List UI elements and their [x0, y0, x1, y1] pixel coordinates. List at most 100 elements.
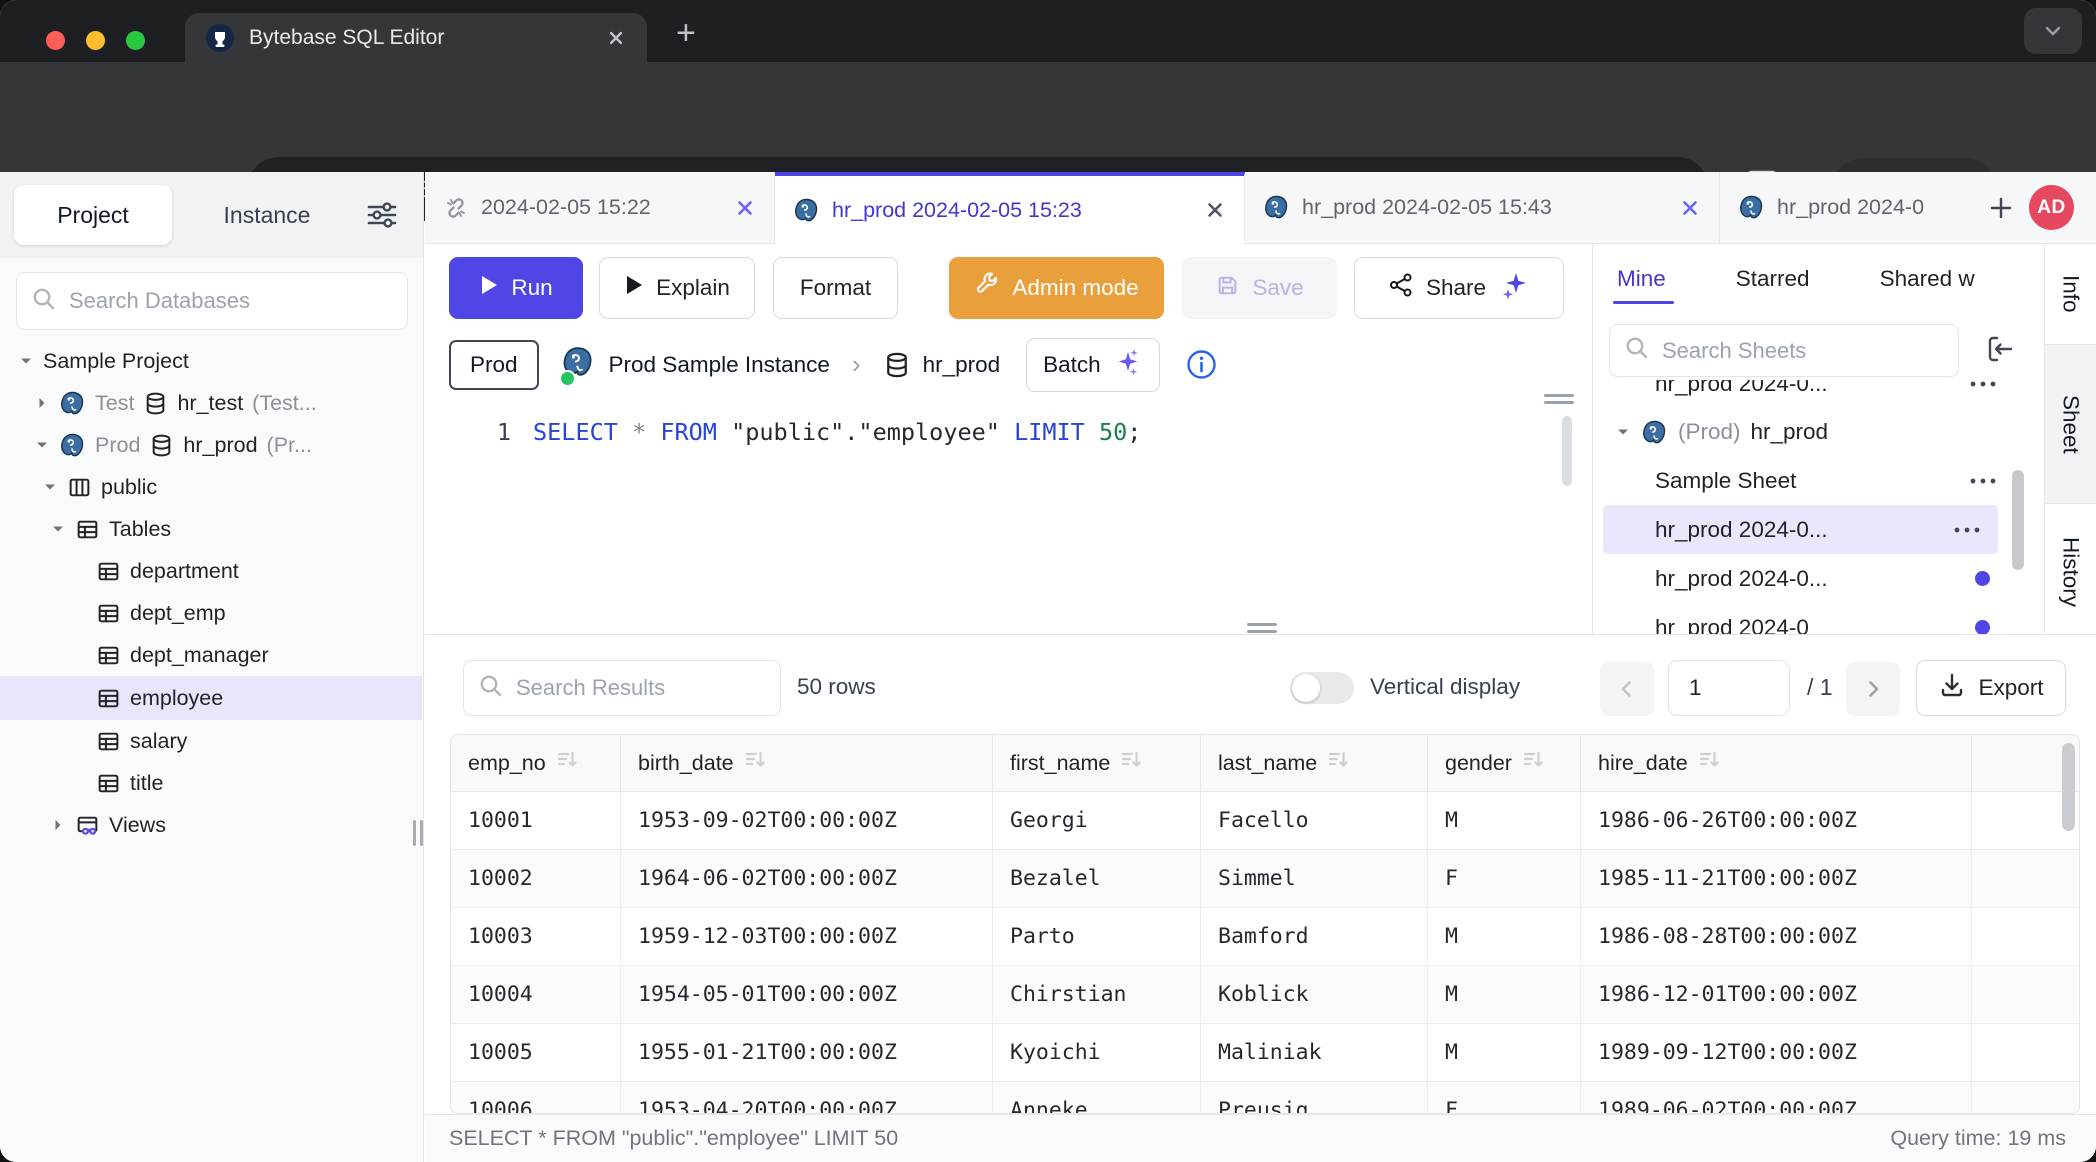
editor-tab-2-active[interactable]: hr_prod 2024-02-05 15:23: [775, 172, 1245, 244]
database-search[interactable]: [16, 272, 408, 330]
tab-starred[interactable]: Starred: [1736, 266, 1810, 292]
tab-sheet[interactable]: Sheet: [2045, 344, 2096, 504]
column-header-last_name[interactable]: last_name: [1201, 735, 1428, 791]
tree-item-sample-project[interactable]: Sample Project: [0, 340, 422, 382]
search-results-input[interactable]: [514, 674, 766, 702]
prev-page-button[interactable]: [1600, 662, 1654, 716]
run-button[interactable]: Run: [449, 257, 583, 319]
table-row[interactable]: 100051955-01-21T00:00:00ZKyoichiMaliniak…: [451, 1024, 2079, 1082]
editor-tab-3[interactable]: hr_prod 2024-02-05 15:43: [1245, 172, 1720, 243]
sheet-item[interactable]: hr_prod 2024-0...: [1593, 380, 2044, 408]
admin-mode-button[interactable]: Admin mode: [949, 257, 1164, 319]
tab-close-icon[interactable]: [605, 27, 627, 49]
database-name[interactable]: hr_prod: [923, 352, 1001, 378]
table-row[interactable]: 100061953-04-20T00:00:00ZAnnekePreusigF1…: [451, 1082, 2079, 1114]
tab-history[interactable]: History: [2045, 504, 2096, 640]
new-tab-button[interactable]: +: [676, 16, 696, 50]
save-button[interactable]: Save: [1182, 257, 1337, 319]
editor-tab-4[interactable]: hr_prod 2024-0: [1720, 172, 1975, 243]
window-close-button[interactable]: [46, 31, 65, 50]
cell-last_name: Bamford: [1201, 908, 1428, 965]
panel-resize-handle[interactable]: [1544, 394, 1574, 404]
format-button[interactable]: Format: [773, 257, 898, 319]
cell-first_name: Georgi: [993, 792, 1201, 849]
window-zoom-button[interactable]: [126, 31, 145, 50]
tree-item-test-hr-test-test[interactable]: Testhr_test(Test...: [0, 382, 422, 424]
column-header-birth_date[interactable]: birth_date: [621, 735, 993, 791]
table-icon: [75, 517, 100, 542]
tab-list-chevron-button[interactable]: [2024, 8, 2082, 54]
connection-info-icon[interactable]: [1186, 349, 1217, 380]
ai-sparkle-icon: [1498, 269, 1530, 307]
editor-tab-1[interactable]: 2024-02-05 15:22: [425, 172, 775, 243]
editor-scrollbar[interactable]: [1562, 416, 1572, 486]
user-avatar[interactable]: AD: [2029, 185, 2074, 230]
table-row[interactable]: 100041954-05-01T00:00:00ZChirstianKoblic…: [451, 966, 2079, 1024]
sheet-search[interactable]: [1609, 324, 1959, 377]
close-tab-icon[interactable]: [1204, 199, 1226, 221]
cell-first_name: Chirstian: [993, 966, 1201, 1023]
page-number-input[interactable]: [1669, 661, 1789, 715]
sheet-item[interactable]: Sample Sheet: [1593, 456, 2044, 505]
share-icon: [1388, 272, 1414, 304]
tree-item-label: (Pr...: [267, 433, 312, 458]
new-sheet-button[interactable]: [1975, 172, 2027, 243]
column-header-gender[interactable]: gender: [1428, 735, 1581, 791]
sql-token: ;: [1127, 418, 1141, 446]
tree-item-views[interactable]: Views: [0, 804, 422, 846]
table-scrollbar[interactable]: [2062, 743, 2075, 831]
tree-item-dept-manager[interactable]: dept_manager: [0, 634, 422, 676]
sheet-item[interactable]: hr_prod 2024-0...: [1593, 554, 2044, 603]
close-tab-icon[interactable]: [734, 197, 756, 219]
tab-shared[interactable]: Shared w: [1880, 266, 1975, 292]
next-page-button[interactable]: [1846, 662, 1900, 716]
db-icon: [149, 433, 174, 458]
explain-button[interactable]: Explain: [599, 257, 755, 319]
tab-instance[interactable]: Instance: [192, 185, 342, 245]
filter-sliders-icon[interactable]: [365, 198, 399, 237]
import-sheet-icon[interactable]: [1983, 332, 2017, 366]
column-header-first_name[interactable]: first_name: [993, 735, 1201, 791]
export-button[interactable]: Export: [1916, 660, 2066, 716]
close-tab-icon[interactable]: [1679, 197, 1701, 219]
sheet-list-scrollbar[interactable]: [2012, 470, 2024, 570]
sheet-item[interactable]: hr_prod 2024-0...: [1603, 505, 1998, 554]
sql-token: 50: [1099, 418, 1127, 446]
tab-mine[interactable]: Mine: [1617, 266, 1666, 292]
batch-button[interactable]: Batch: [1026, 338, 1160, 392]
column-header-emp_no[interactable]: emp_no: [451, 735, 621, 791]
search-sheets-input[interactable]: [1660, 337, 1944, 365]
tree-item-employee[interactable]: employee: [0, 676, 422, 720]
tree-item-salary[interactable]: salary: [0, 720, 422, 762]
table-row[interactable]: 100011953-09-02T00:00:00ZGeorgiFacelloM1…: [451, 792, 2079, 850]
instance-name[interactable]: Prod Sample Instance: [609, 352, 830, 378]
splitter-handle[interactable]: [1247, 623, 1277, 633]
tree-item-tables[interactable]: Tables: [0, 508, 422, 550]
tab-project[interactable]: Project: [14, 185, 172, 245]
sheet-item[interactable]: hr_prod 2024-0: [1593, 603, 2044, 634]
environment-badge: Prod: [449, 340, 539, 390]
chevron-down-icon: [18, 353, 34, 369]
tree-item-public[interactable]: public: [0, 466, 422, 508]
table-row[interactable]: 100031959-12-03T00:00:00ZPartoBamfordM19…: [451, 908, 2079, 966]
cell-last_name: Maliniak: [1201, 1024, 1428, 1081]
tree-item-department[interactable]: department: [0, 550, 422, 592]
tree-item-prod-hr-prod-pr[interactable]: Prodhr_prod(Pr...: [0, 424, 422, 466]
tree-item-dept-emp[interactable]: dept_emp: [0, 592, 422, 634]
cell-gender: M: [1428, 966, 1581, 1023]
results-search[interactable]: [463, 660, 781, 716]
table-icon: [96, 686, 121, 711]
browser-tab[interactable]: Bytebase SQL Editor: [185, 13, 647, 62]
sidebar-resize-handle[interactable]: [413, 820, 423, 846]
table-row[interactable]: 100021964-06-02T00:00:00ZBezalelSimmelF1…: [451, 850, 2079, 908]
window-minimize-button[interactable]: [86, 31, 105, 50]
search-databases-input[interactable]: [67, 287, 393, 315]
sheet-group-prod-hr-prod[interactable]: (Prod)hr_prod: [1593, 408, 2044, 456]
tab-info[interactable]: Info: [2045, 244, 2096, 344]
sql-editor[interactable]: 1 SELECT * FROM "public"."employee" LIMI…: [425, 398, 1592, 634]
share-button[interactable]: Share: [1354, 257, 1564, 319]
column-header-hire_date[interactable]: hire_date: [1581, 735, 1972, 791]
tree-item-title[interactable]: title: [0, 762, 422, 804]
vertical-display-toggle[interactable]: [1290, 672, 1354, 704]
cell-hire_date: 1986-12-01T00:00:00Z: [1581, 966, 1972, 1023]
